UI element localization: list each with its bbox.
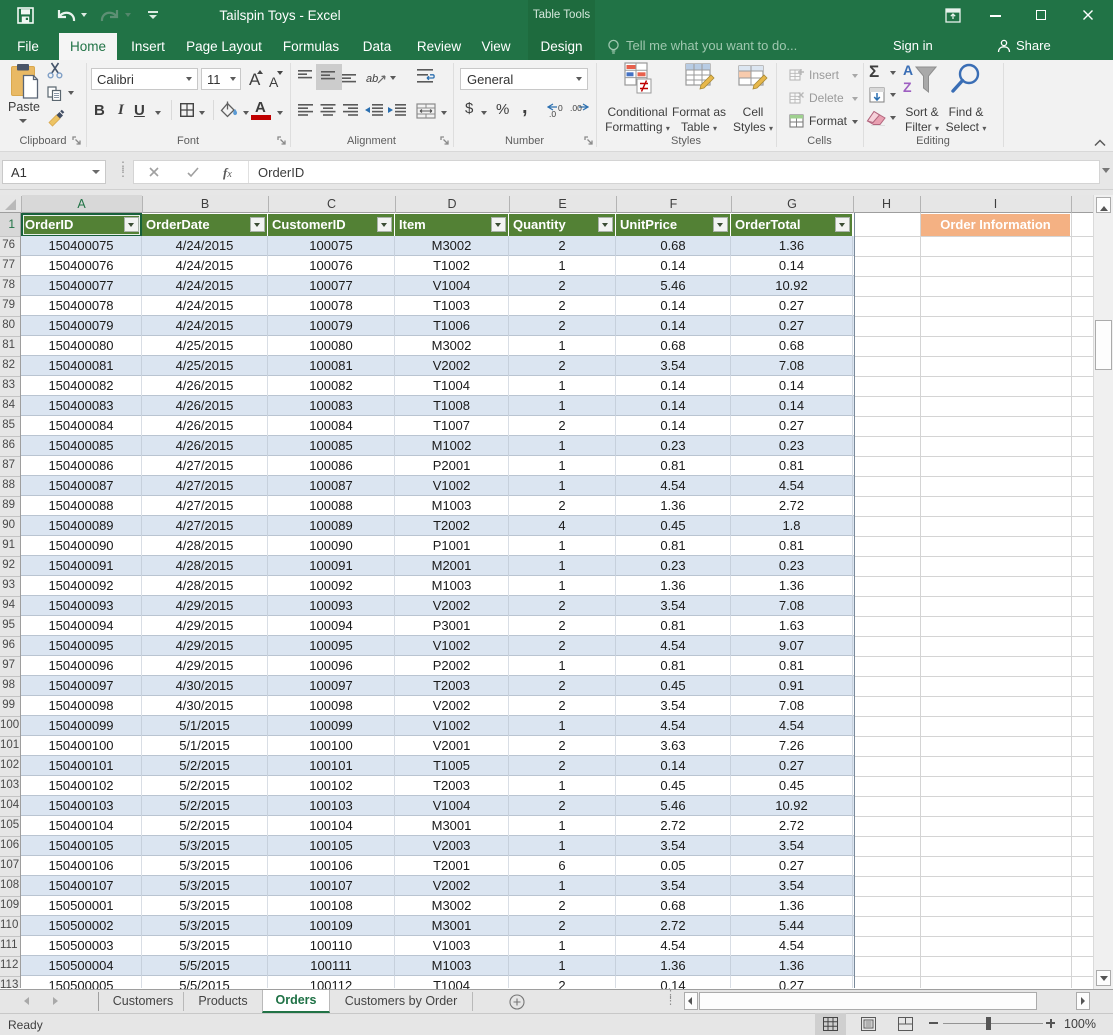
svg-text:.0: .0 (549, 109, 556, 118)
svg-text:Z: Z (903, 79, 912, 95)
svg-text:A: A (903, 62, 913, 78)
svg-text:ab: ab (366, 73, 378, 85)
svg-text:.00: .00 (570, 103, 582, 113)
svg-text:0: 0 (558, 103, 563, 113)
